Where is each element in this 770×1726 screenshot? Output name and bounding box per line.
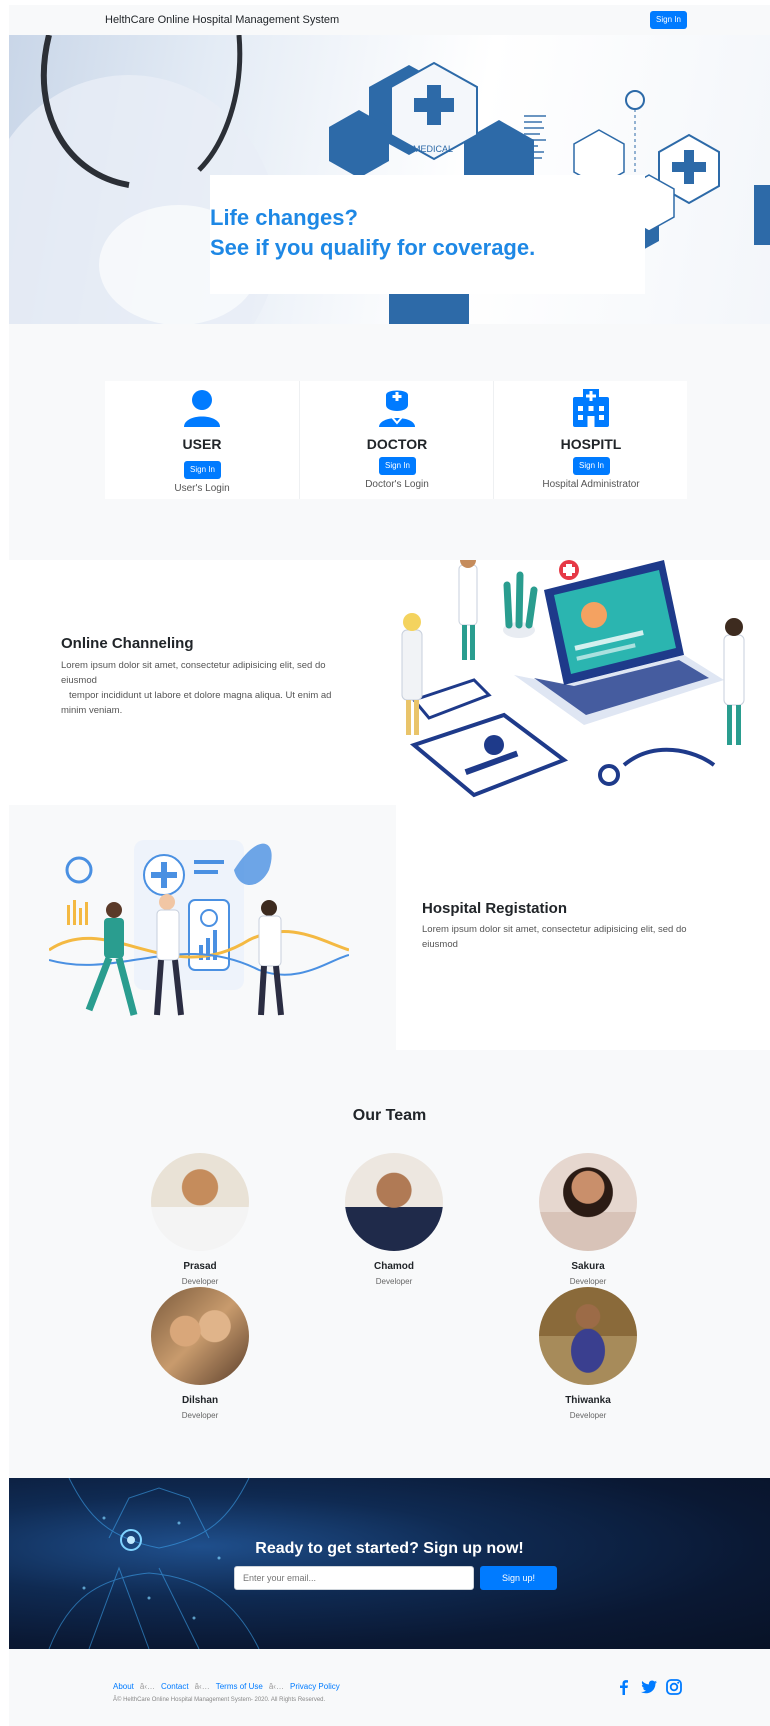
svg-text:MEDICAL: MEDICAL: [413, 144, 453, 154]
hero-banner: MEDICAL Life changes? See if you qualify…: [9, 35, 770, 324]
terms-link[interactable]: Terms of Use: [216, 1682, 263, 1691]
login-section: USER Sign In User's Login DOCTOR Sign In…: [9, 324, 770, 560]
privacy-link[interactable]: Privacy Policy: [290, 1682, 340, 1691]
doctor-login-card: DOCTOR Sign In Doctor's Login: [299, 381, 493, 499]
online-channeling-section: Online Channeling Lorem ipsum dolor sit …: [9, 560, 770, 805]
cta-title: Ready to get started? Sign up now!: [255, 1540, 524, 1557]
navbar: HelthCare Online Hospital Management Sys…: [9, 5, 770, 35]
link-separator: â‹…: [194, 1682, 210, 1691]
link-separator: â‹…: [139, 1682, 156, 1691]
team-member-name: Sakura: [571, 1261, 605, 1272]
team-member-role: Developer: [569, 1411, 607, 1420]
team-section: Our Team Prasad Developer Chamod Develop…: [9, 1050, 770, 1478]
user-login-card: USER Sign In User's Login: [105, 381, 299, 499]
login-cards: USER Sign In User's Login DOCTOR Sign In…: [105, 381, 687, 499]
team-member-role: Developer: [181, 1411, 219, 1420]
team-member-role: Developer: [375, 1277, 413, 1286]
footer: About â‹… Contact â‹… Terms of Use â‹… Privacy…: [9, 1649, 770, 1726]
page: HelthCare Online Hospital Management Sys…: [9, 5, 770, 1726]
hero-card: Life changes? See if you qualify for cov…: [210, 175, 645, 294]
hero-headline-line2: See if you qualify for coverage.: [210, 235, 536, 260]
avatar: [151, 1287, 249, 1385]
channeling-title: Online Channeling: [61, 635, 194, 652]
registration-title: Hospital Registation: [422, 900, 568, 917]
team-member-role: Developer: [181, 1277, 219, 1286]
twitter-icon[interactable]: [640, 1678, 658, 1696]
avatar: [539, 1287, 637, 1385]
registration-text-panel: Hospital Registation Lorem ipsum dolor s…: [396, 805, 770, 1050]
digital-doctor-illustration: [48, 1478, 260, 1649]
doctor-signin-button[interactable]: Sign In: [379, 457, 416, 475]
doctor-icon: [379, 390, 415, 427]
hero-headline-line1: Life changes?: [210, 205, 358, 230]
hospital-registration-section: Hospital Registation Lorem ipsum dolor s…: [9, 805, 770, 1050]
hospital-login-card: HOSPITL Sign In Hospital Administrator: [493, 381, 687, 499]
hospital-login-subtitle: Hospital Administrator: [542, 479, 640, 490]
team-member-name: Thiwanka: [565, 1395, 611, 1406]
hospital-icon: [573, 389, 609, 427]
channeling-text-2: tempor incididunt ut labore et dolore ma…: [61, 690, 332, 716]
hospital-signin-button[interactable]: Sign In: [573, 457, 610, 475]
team-member-name: Dilshan: [181, 1395, 219, 1406]
online-consultation-illustration: [401, 560, 745, 798]
user-login-title: USER: [182, 436, 222, 452]
signup-cta-section: Ready to get started? Sign up now! Sign …: [9, 1478, 770, 1649]
doctor-login-title: DOCTOR: [366, 436, 428, 452]
avatar: [539, 1153, 637, 1251]
brand-name[interactable]: HelthCare Online Hospital Management Sys…: [105, 14, 339, 26]
user-signin-button[interactable]: Sign In: [184, 461, 221, 479]
hospital-team-illustration: [49, 840, 349, 1016]
hospital-login-title: HOSPITL: [560, 436, 622, 452]
registration-text: Lorem ipsum dolor sit amet, consectetur …: [422, 924, 687, 950]
footer-links: About â‹… Contact â‹… Terms of Use â‹… Privacy…: [113, 1682, 340, 1691]
avatar: [151, 1153, 249, 1251]
copyright-text: Â© HelthCare Online Hospital Management …: [113, 1697, 326, 1703]
link-separator: â‹…: [268, 1682, 284, 1691]
about-link[interactable]: About: [113, 1682, 134, 1691]
facebook-icon[interactable]: [615, 1678, 633, 1696]
team-member-name: Chamod: [374, 1261, 414, 1272]
signup-button[interactable]: Sign up!: [480, 1566, 557, 1590]
contact-link[interactable]: Contact: [161, 1682, 189, 1691]
nav-signin-button[interactable]: Sign In: [650, 11, 687, 29]
user-icon: [184, 390, 220, 427]
email-field[interactable]: [234, 1566, 474, 1590]
doctor-login-subtitle: Doctor's Login: [365, 479, 429, 490]
avatar: [345, 1153, 443, 1251]
user-login-subtitle: User's Login: [174, 483, 230, 494]
team-member-role: Developer: [569, 1277, 607, 1286]
instagram-icon[interactable]: [665, 1678, 683, 1696]
team-title: Our Team: [352, 1107, 427, 1124]
channeling-text-1: Lorem ipsum dolor sit amet, consectetur …: [61, 660, 326, 686]
team-member-name: Prasad: [183, 1261, 217, 1272]
